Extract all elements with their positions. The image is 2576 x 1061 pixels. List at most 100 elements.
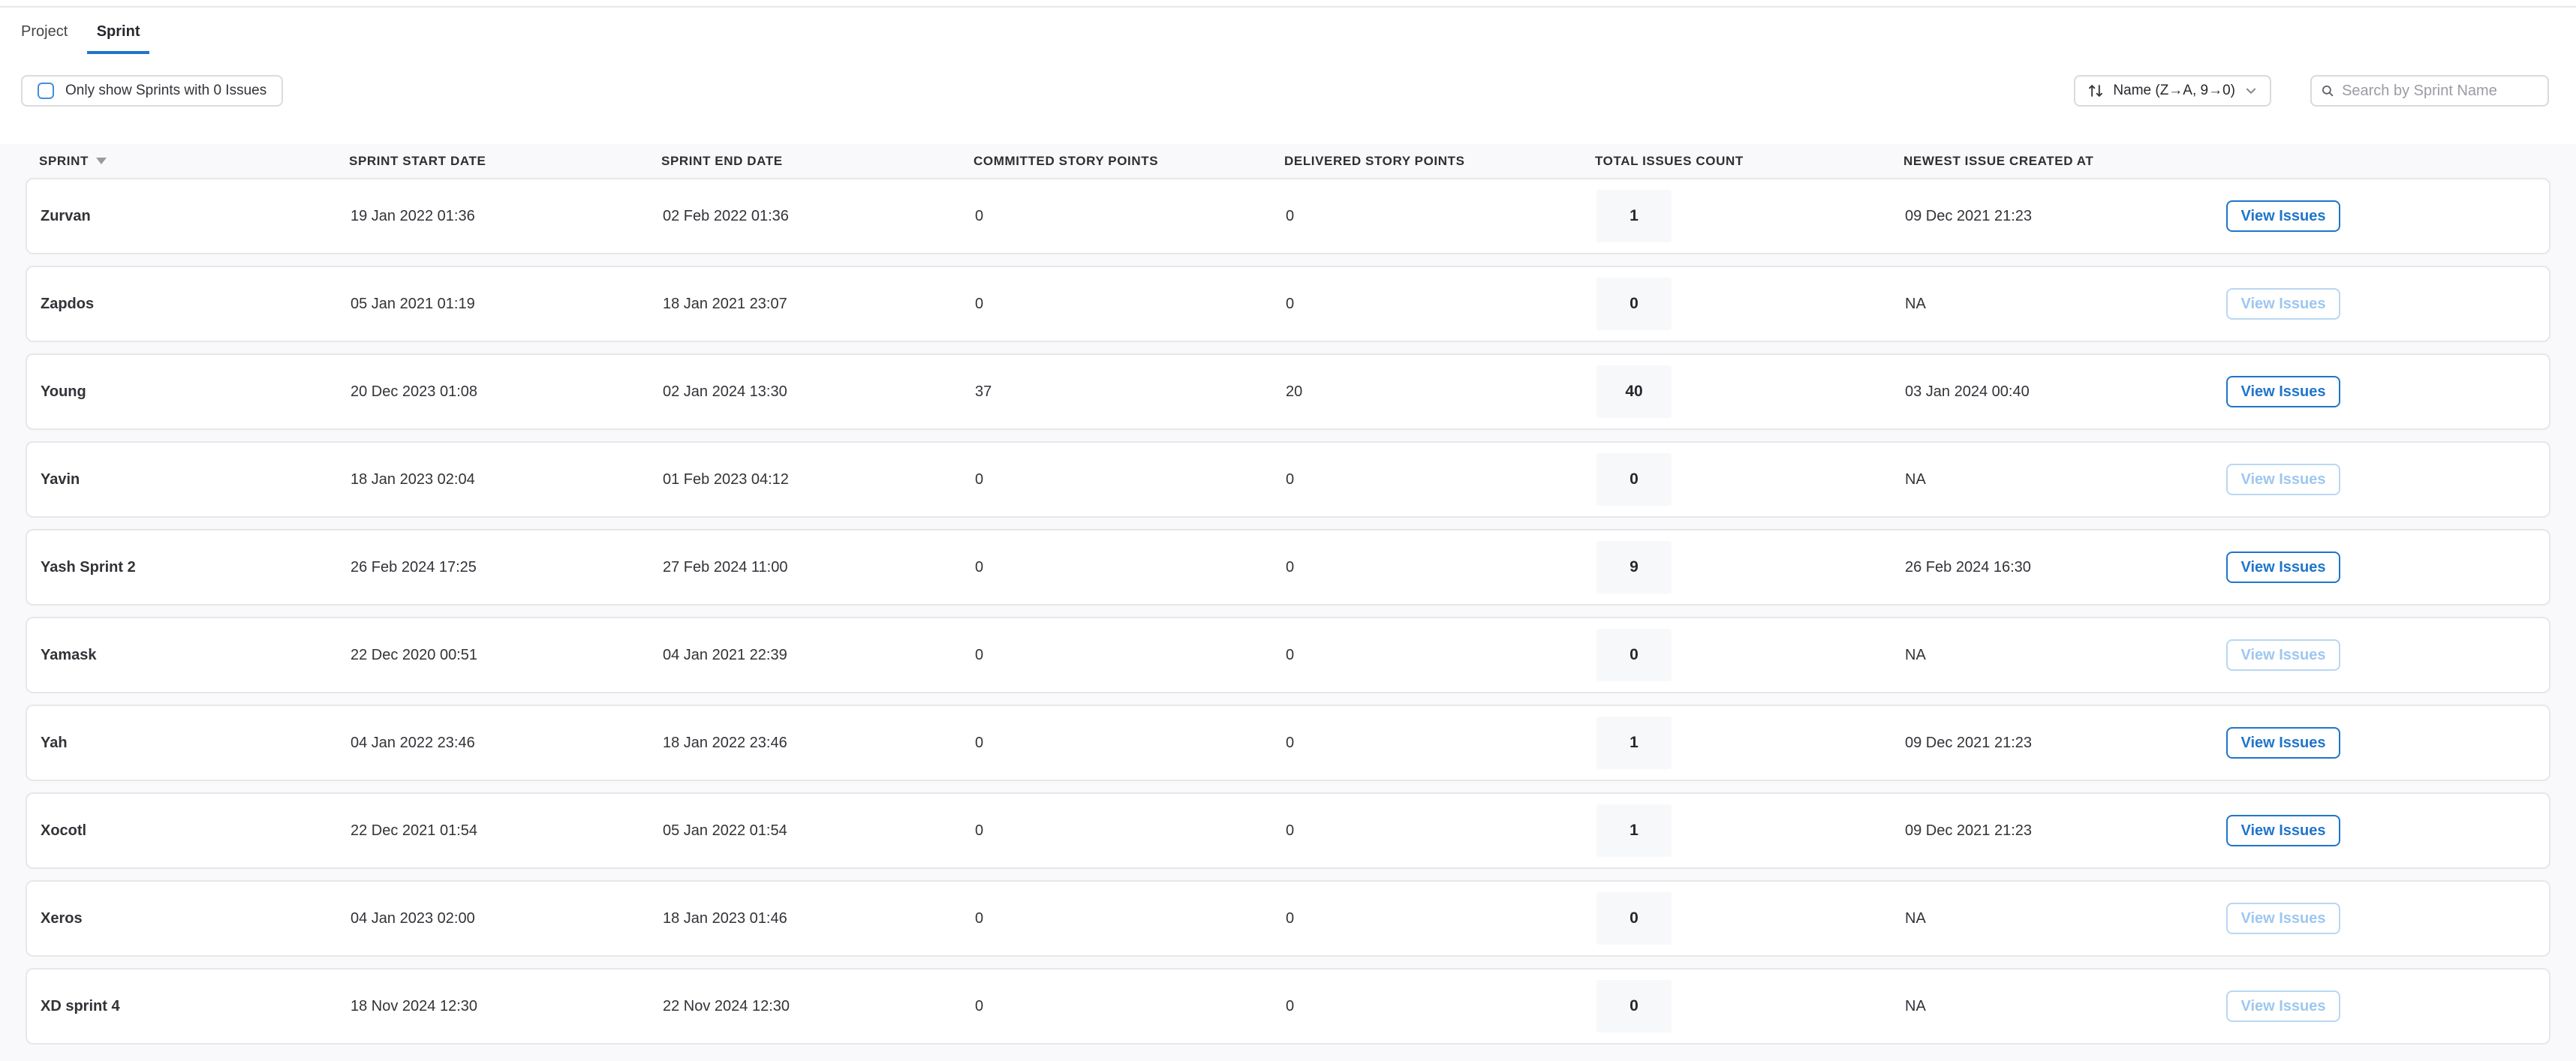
- tab-project[interactable]: Project: [11, 8, 77, 54]
- toolbar-right: Name (Z→A, 9→0): [2074, 75, 2549, 107]
- sprint-name: Yash Sprint 2: [41, 559, 351, 576]
- sort-up-down-icon: [2087, 83, 2104, 99]
- delivered-story-points: 0: [1286, 735, 1596, 752]
- table-row: Yavin 18 Jan 2023 02:04 01 Feb 2023 04:1…: [26, 441, 2550, 518]
- sprint-start-date: 19 Jan 2022 01:36: [351, 208, 663, 225]
- sprint-name: Zurvan: [41, 208, 351, 225]
- sprint-name: Xeros: [41, 910, 351, 927]
- committed-story-points: 0: [975, 998, 1286, 1015]
- sprint-end-date: 18 Jan 2022 23:46: [663, 735, 975, 752]
- sprint-name: Zapdos: [41, 296, 351, 313]
- column-header-committed-points: Committed Story Points: [974, 154, 1284, 169]
- tab-sprint[interactable]: Sprint: [87, 8, 150, 54]
- delivered-story-points: 0: [1286, 910, 1596, 927]
- delivered-story-points: 0: [1286, 471, 1596, 488]
- sprint-start-date: 04 Jan 2022 23:46: [351, 735, 663, 752]
- sprint-start-date: 05 Jan 2021 01:19: [351, 296, 663, 313]
- total-issues-count-badge: 40: [1596, 365, 1672, 418]
- committed-story-points: 0: [975, 208, 1286, 225]
- sprint-name: Young: [41, 383, 351, 401]
- delivered-story-points: 20: [1286, 383, 1596, 401]
- zero-issues-checkbox[interactable]: [38, 83, 54, 99]
- sort-dropdown-label: Name (Z→A, 9→0): [2113, 83, 2235, 99]
- view-issues-button: View Issues: [2226, 464, 2340, 495]
- table-row: Young 20 Dec 2023 01:08 02 Jan 2024 13:3…: [26, 353, 2550, 430]
- sprint-end-date: 18 Jan 2021 23:07: [663, 296, 975, 313]
- sprint-start-date: 18 Nov 2024 12:30: [351, 998, 663, 1015]
- total-issues-count-badge: 0: [1596, 629, 1672, 681]
- newest-issue-created-at: 09 Dec 2021 21:23: [1905, 735, 2226, 752]
- sort-dropdown[interactable]: Name (Z→A, 9→0): [2074, 75, 2271, 107]
- view-issues-button: View Issues: [2226, 990, 2340, 1022]
- table-row: Zapdos 05 Jan 2021 01:19 18 Jan 2021 23:…: [26, 266, 2550, 342]
- sprint-end-date: 02 Feb 2022 01:36: [663, 208, 975, 225]
- delivered-story-points: 0: [1286, 647, 1596, 664]
- newest-issue-created-at: NA: [1905, 296, 2226, 313]
- newest-issue-created-at: 09 Dec 2021 21:23: [1905, 208, 2226, 225]
- sprint-table: Sprint Sprint Start Date Sprint End Date…: [0, 144, 2576, 1061]
- view-issues-button[interactable]: View Issues: [2226, 552, 2340, 583]
- newest-issue-created-at: 26 Feb 2024 16:30: [1905, 559, 2226, 576]
- sprint-end-date: 02 Jan 2024 13:30: [663, 383, 975, 401]
- total-issues-count-badge: 1: [1596, 717, 1672, 769]
- sprint-name: Xocotl: [41, 822, 351, 840]
- search-input[interactable]: [2342, 83, 2538, 100]
- sprint-name: Yamask: [41, 647, 351, 664]
- sprint-end-date: 01 Feb 2023 04:12: [663, 471, 975, 488]
- column-header-newest-issue: Newest Issue Created At: [1903, 154, 2225, 169]
- committed-story-points: 0: [975, 735, 1286, 752]
- sprint-end-date: 05 Jan 2022 01:54: [663, 822, 975, 840]
- view-issues-button[interactable]: View Issues: [2226, 727, 2340, 759]
- toolbar: Only show Sprints with 0 Issues Name (Z→…: [0, 54, 2576, 107]
- table-row: Xocotl 22 Dec 2021 01:54 05 Jan 2022 01:…: [26, 792, 2550, 869]
- committed-story-points: 0: [975, 296, 1286, 313]
- tab-bar: Project Sprint: [0, 6, 2576, 54]
- view-issues-button: View Issues: [2226, 639, 2340, 671]
- total-issues-count-badge: 9: [1596, 541, 1672, 594]
- delivered-story-points: 0: [1286, 998, 1596, 1015]
- committed-story-points: 0: [975, 647, 1286, 664]
- total-issues-count-badge: 0: [1596, 278, 1672, 330]
- view-issues-button[interactable]: View Issues: [2226, 376, 2340, 407]
- table-header-row: Sprint Sprint Start Date Sprint End Date…: [26, 144, 2550, 178]
- zero-issues-checkbox-label: Only show Sprints with 0 Issues: [65, 83, 266, 99]
- search-box: [2310, 75, 2549, 107]
- committed-story-points: 37: [975, 383, 1286, 401]
- column-header-sprint[interactable]: Sprint: [39, 154, 349, 169]
- sprint-end-date: 27 Feb 2024 11:00: [663, 559, 975, 576]
- view-issues-button[interactable]: View Issues: [2226, 815, 2340, 846]
- table-row: Zurvan 19 Jan 2022 01:36 02 Feb 2022 01:…: [26, 178, 2550, 254]
- committed-story-points: 0: [975, 822, 1286, 840]
- sprint-end-date: 04 Jan 2021 22:39: [663, 647, 975, 664]
- total-issues-count-badge: 1: [1596, 804, 1672, 857]
- table-row: Xeros 04 Jan 2023 02:00 18 Jan 2023 01:4…: [26, 880, 2550, 957]
- total-issues-count-badge: 0: [1596, 892, 1672, 945]
- delivered-story-points: 0: [1286, 559, 1596, 576]
- zero-issues-filter[interactable]: Only show Sprints with 0 Issues: [21, 75, 283, 107]
- view-issues-button[interactable]: View Issues: [2226, 200, 2340, 232]
- sprint-start-date: 04 Jan 2023 02:00: [351, 910, 663, 927]
- sprint-end-date: 18 Jan 2023 01:46: [663, 910, 975, 927]
- sprint-start-date: 22 Dec 2021 01:54: [351, 822, 663, 840]
- newest-issue-created-at: NA: [1905, 998, 2226, 1015]
- sprint-name: XD sprint 4: [41, 998, 351, 1015]
- table-row: Yah 04 Jan 2022 23:46 18 Jan 2022 23:46 …: [26, 705, 2550, 781]
- delivered-story-points: 0: [1286, 296, 1596, 313]
- total-issues-count-badge: 1: [1596, 190, 1672, 242]
- delivered-story-points: 0: [1286, 208, 1596, 225]
- table-row: Yash Sprint 2 26 Feb 2024 17:25 27 Feb 2…: [26, 529, 2550, 606]
- view-issues-button: View Issues: [2226, 288, 2340, 320]
- sprint-start-date: 20 Dec 2023 01:08: [351, 383, 663, 401]
- newest-issue-created-at: NA: [1905, 647, 2226, 664]
- table-row: Yamask 22 Dec 2020 00:51 04 Jan 2021 22:…: [26, 617, 2550, 693]
- sprint-name: Yah: [41, 735, 351, 752]
- committed-story-points: 0: [975, 559, 1286, 576]
- column-header-sprint-label: Sprint: [39, 154, 89, 169]
- sprint-start-date: 18 Jan 2023 02:04: [351, 471, 663, 488]
- delivered-story-points: 0: [1286, 822, 1596, 840]
- sort-desc-caret-icon: [96, 158, 107, 164]
- total-issues-count-badge: 0: [1596, 453, 1672, 506]
- newest-issue-created-at: NA: [1905, 910, 2226, 927]
- newest-issue-created-at: NA: [1905, 471, 2226, 488]
- column-header-end-date: Sprint End Date: [661, 154, 974, 169]
